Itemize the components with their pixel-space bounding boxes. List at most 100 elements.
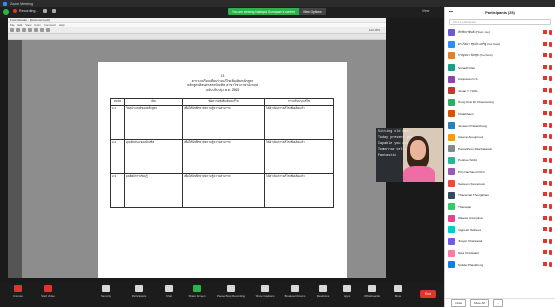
stop-recording-icon[interactable]	[52, 9, 57, 13]
zoom-in-icon[interactable]	[40, 28, 44, 32]
avatar	[448, 133, 455, 141]
participant-row[interactable]: Jesan Y. Hoffe	[445, 85, 555, 97]
participant-row[interactable]: Hung Prat Dr Channarong	[445, 97, 555, 109]
mic-muted-icon	[549, 238, 552, 244]
hand-tool-icon[interactable]	[28, 28, 32, 32]
participant-row[interactable]: Vignesh Sathees	[445, 224, 555, 236]
menu-item[interactable]: File	[10, 23, 15, 27]
avatar	[448, 40, 455, 48]
participant-row[interactable]: Waewe Anunpinai	[445, 213, 555, 225]
window-title-bar: Zoom Meeting	[0, 0, 555, 7]
table-cell: ได้ดำเนินการแก้ไขเพิ่มเติมแล้ว	[264, 172, 334, 208]
table-cell: 2.3	[110, 172, 125, 208]
encryption-shield-icon[interactable]	[3, 9, 9, 15]
participant-name: Hung Prat Dr Channarong	[458, 100, 494, 105]
start-video-button[interactable]: Start Video	[34, 285, 62, 298]
shared-screen: Foxit Reader - [document.pdf] File Edit …	[8, 18, 386, 278]
more-button[interactable]: More	[384, 285, 412, 298]
participant-row[interactable]: ดร.กัลยา สุขประเสริฐ (Co-host)	[445, 39, 555, 51]
table-cell: ได้ดำเนินการแก้ไขเพิ่มเติมแล้ว	[264, 104, 334, 140]
toolbar-label: Share Screen	[188, 294, 206, 298]
participant-row[interactable]: Thanapat	[445, 201, 555, 213]
participant-row[interactable]: Thanarnat Thongkham	[445, 189, 555, 201]
participant-row[interactable]: Jirayut Chantarak	[445, 236, 555, 248]
participant-row[interactable]: Jessam Prakanthong	[445, 120, 555, 132]
mic-muted-icon	[549, 215, 552, 221]
participant-row[interactable]: Sutida Phankhong	[445, 259, 555, 271]
view-options-button[interactable]: View Options	[298, 8, 326, 15]
participant-row[interactable]: กาญจนา นิลสุข (Co-host)	[445, 50, 555, 62]
toolbar-label: More	[394, 294, 402, 298]
minimize-panel-icon[interactable]	[449, 11, 453, 12]
video-off-icon	[543, 203, 547, 208]
participant-row[interactable]: Aleena Anoopnoot	[445, 131, 555, 143]
menu-item[interactable]: Help	[59, 23, 65, 27]
menu-item[interactable]: Comment	[44, 23, 56, 27]
participant-row[interactable]: Sunadh Rao	[445, 62, 555, 74]
participants-button[interactable]: Participants	[125, 285, 153, 298]
print-icon[interactable]	[22, 28, 26, 32]
participant-row[interactable]: Prin Nachanut KKC	[445, 166, 555, 178]
participant-row[interactable]: Chakkhaon	[445, 108, 555, 120]
toolbar-label: Reactions	[316, 294, 330, 298]
mute-all-button[interactable]: Mute All	[470, 299, 489, 307]
apps-button[interactable]: Apps	[333, 285, 361, 298]
table-row: 2.3 ผลลัพธ์การเรียนรู้ เพื่อให้นักศึกษาม…	[110, 172, 334, 208]
menu-item[interactable]: Edit	[18, 23, 23, 27]
participant-name: Kanpassorn S.	[458, 77, 479, 82]
end-meeting-button[interactable]: End	[420, 290, 436, 298]
toolbar-label: Unmute	[13, 294, 23, 298]
table-cell: เพื่อให้นักศึกษามีความรู้ความสามารถ	[182, 138, 265, 174]
pdf-side-panel[interactable]	[8, 40, 22, 278]
pause-stop-recording-button[interactable]: Pause/Stop Recording	[217, 285, 245, 298]
select-tool-icon[interactable]	[34, 28, 38, 32]
record-icon	[227, 285, 235, 292]
participant-row[interactable]: Kanpassorn S.	[445, 73, 555, 85]
table-cell: ผลลัพธ์การเรียนรู้	[124, 172, 183, 208]
participant-row[interactable]: Sameen Ssonotoon	[445, 178, 555, 190]
menu-item[interactable]: Form	[34, 23, 41, 27]
participant-name: Waewe Anunpinai	[458, 216, 483, 221]
mic-muted-icon	[549, 261, 552, 267]
zoom-level[interactable]: 122.16%	[369, 28, 380, 32]
speaker-video-tile[interactable]: Sitting old man Today present you Capabl…	[376, 128, 443, 182]
avatar	[448, 214, 455, 222]
toolbar-label: Security	[100, 294, 112, 298]
whiteboards-button[interactable]: Whiteboards	[358, 285, 386, 298]
avatar	[448, 237, 455, 245]
participant-row[interactable]: Pamaithorn Ratchatasuk	[445, 143, 555, 155]
participant-row[interactable]: Poobue Sridip	[445, 155, 555, 167]
video-off-icon	[543, 250, 547, 255]
security-button[interactable]: Security	[92, 285, 120, 298]
toolbar-label: Show Captions	[255, 294, 275, 298]
menu-item[interactable]: View	[25, 23, 31, 27]
participant-row[interactable]: ทักษิณาพันธ์ (Host, me)	[445, 27, 555, 39]
view-button[interactable]: View	[422, 9, 429, 13]
participant-search-input[interactable]: Find a participant	[449, 19, 551, 25]
share-screen-button[interactable]: Share Screen	[183, 285, 211, 298]
table-header: ข้อความที่เพิ่มเติม/แก้ไข	[182, 98, 265, 106]
unmute-button[interactable]: Unmute	[4, 285, 32, 298]
speaker-face	[410, 140, 426, 160]
invite-button[interactable]: Invite	[451, 299, 467, 307]
table-cell: เพื่อให้นักศึกษามีความรู้ความสามารถ	[182, 172, 265, 208]
chat-button[interactable]: Chat	[155, 285, 183, 298]
breakout-rooms-button[interactable]: Breakout Rooms	[281, 285, 309, 298]
mic-muted-icon	[549, 203, 552, 209]
recording-indicator: Recording...	[13, 9, 57, 13]
zoom-out-icon[interactable]	[46, 28, 50, 32]
more-options-button[interactable]: ...	[492, 299, 504, 307]
participant-row[interactable]: Nisa Chatsakul	[445, 247, 555, 259]
show-captions-button[interactable]: Show Captions	[251, 285, 279, 298]
participants-header: Participants (25)	[445, 7, 555, 18]
open-icon[interactable]	[10, 28, 14, 32]
save-icon[interactable]	[16, 28, 20, 32]
video-off-icon	[543, 169, 547, 174]
video-off-icon	[543, 157, 547, 162]
pause-recording-icon[interactable]	[43, 9, 48, 13]
board-text: Today present you	[378, 136, 413, 140]
table-cell: คุณลักษณะของบัณฑิต	[124, 138, 183, 174]
mic-muted-icon	[549, 157, 552, 163]
whiteboard-icon	[368, 285, 376, 292]
avatar	[448, 87, 455, 95]
